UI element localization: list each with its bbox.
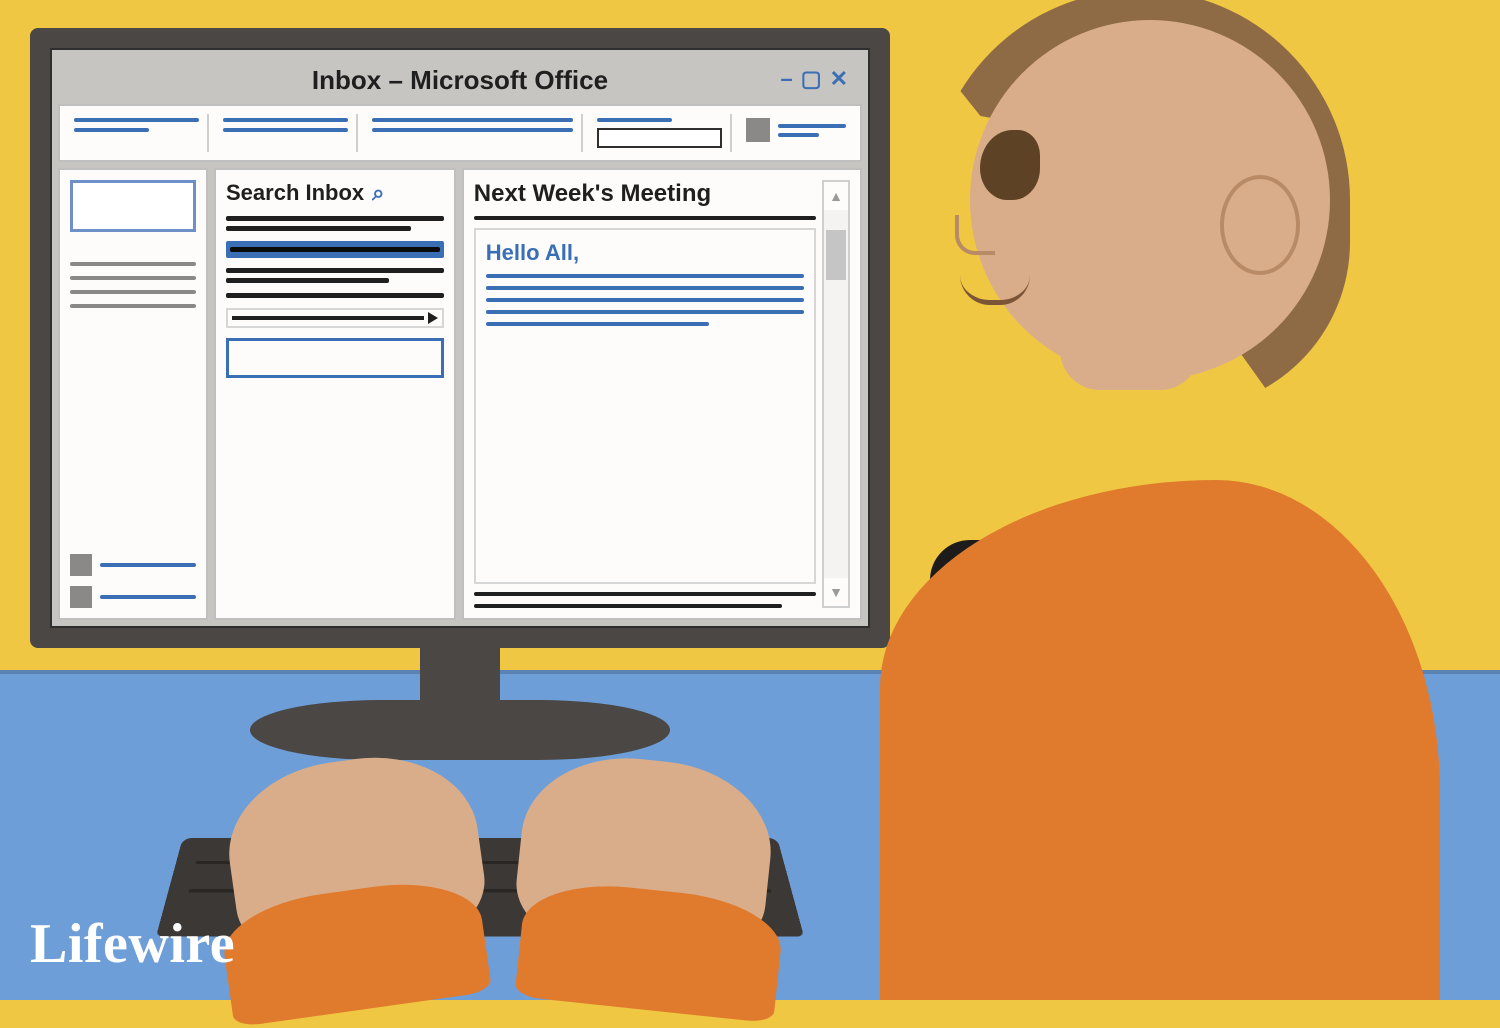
- body-text-line: [486, 310, 804, 314]
- ribbon-group[interactable]: [66, 114, 209, 152]
- ribbon-toolbar: [58, 104, 862, 162]
- nav-item[interactable]: [70, 276, 196, 280]
- ribbon-placeholder-line: [778, 133, 819, 137]
- message-list-pane: Search Inbox ⌕: [214, 168, 456, 620]
- brand-logo: Lifewire: [30, 912, 235, 976]
- scroll-up-icon[interactable]: ▲: [824, 182, 848, 210]
- message-subject: Next Week's Meeting: [474, 180, 816, 208]
- compose-box[interactable]: [226, 338, 444, 378]
- ribbon-placeholder-line: [74, 118, 199, 122]
- message-item-selected[interactable]: [226, 241, 444, 258]
- message-item[interactable]: [226, 268, 444, 283]
- footer-text-line: [474, 592, 816, 596]
- ribbon-placeholder-line: [372, 128, 572, 132]
- message-item[interactable]: [226, 293, 444, 298]
- search-label: Search Inbox: [226, 180, 364, 206]
- body-text-line: [486, 322, 709, 326]
- ribbon-placeholder-line: [223, 128, 348, 132]
- person-ear: [1220, 175, 1300, 275]
- main-area: Search Inbox ⌕: [58, 168, 862, 620]
- ribbon-placeholder-line: [74, 128, 149, 132]
- ribbon-group[interactable]: [364, 114, 582, 152]
- expand-arrow[interactable]: [226, 308, 444, 328]
- scrollbar[interactable]: ▲ ▼: [822, 180, 850, 608]
- scroll-track[interactable]: [824, 210, 848, 578]
- nav-shortcut[interactable]: [70, 586, 196, 608]
- scroll-thumb[interactable]: [826, 230, 846, 280]
- person-nose: [955, 215, 995, 255]
- person-eye: [980, 130, 1040, 200]
- ribbon-swatch-icon[interactable]: [746, 118, 770, 142]
- arrow-head-icon: [428, 312, 438, 324]
- ribbon-placeholder-line: [597, 118, 672, 122]
- ribbon-input[interactable]: [597, 128, 722, 148]
- nav-item[interactable]: [70, 262, 196, 266]
- scroll-down-icon[interactable]: ▼: [824, 578, 848, 606]
- arrow-shaft: [232, 316, 424, 320]
- divider: [474, 216, 816, 220]
- reading-pane: Next Week's Meeting Hello All, ▲: [462, 168, 862, 620]
- minimize-icon[interactable]: –: [781, 66, 793, 92]
- monitor: Inbox – Microsoft Office – ▢ ✕: [30, 28, 890, 648]
- ribbon-placeholder-line: [778, 124, 846, 128]
- message-greeting: Hello All,: [486, 240, 804, 266]
- window-title: Inbox – Microsoft Office: [312, 65, 608, 96]
- body-text-line: [486, 274, 804, 278]
- reading-body: Next Week's Meeting Hello All,: [474, 180, 816, 608]
- ribbon-group[interactable]: [215, 114, 358, 152]
- ribbon-placeholder-line: [372, 118, 572, 122]
- search-icon[interactable]: ⌕: [372, 180, 384, 206]
- ribbon-group[interactable]: [738, 114, 854, 152]
- title-bar: Inbox – Microsoft Office – ▢ ✕: [58, 56, 862, 104]
- ribbon-group[interactable]: [589, 114, 732, 152]
- nav-item[interactable]: [70, 304, 196, 308]
- window-controls: – ▢ ✕: [781, 66, 848, 92]
- nav-shortcut-icon: [70, 586, 92, 608]
- maximize-icon[interactable]: ▢: [801, 66, 822, 92]
- nav-shortcut-label: [100, 595, 196, 599]
- body-text-line: [486, 298, 804, 302]
- close-icon[interactable]: ✕: [830, 66, 848, 92]
- ribbon-placeholder-line: [223, 118, 348, 122]
- nav-shortcut-icon: [70, 554, 92, 576]
- body-text-line: [486, 286, 804, 290]
- message-item[interactable]: [226, 216, 444, 231]
- nav-shortcut-label: [100, 563, 196, 567]
- nav-thumbnail[interactable]: [70, 180, 196, 232]
- person-torso: [880, 480, 1440, 1000]
- footer-text-line: [474, 604, 782, 608]
- monitor-stand-neck: [420, 640, 500, 730]
- nav-item[interactable]: [70, 290, 196, 294]
- nav-shortcut[interactable]: [70, 554, 196, 576]
- navigation-pane: [58, 168, 208, 620]
- message-body: Hello All,: [474, 228, 816, 584]
- search-box[interactable]: Search Inbox ⌕: [226, 180, 444, 206]
- app-window: Inbox – Microsoft Office – ▢ ✕: [50, 48, 870, 628]
